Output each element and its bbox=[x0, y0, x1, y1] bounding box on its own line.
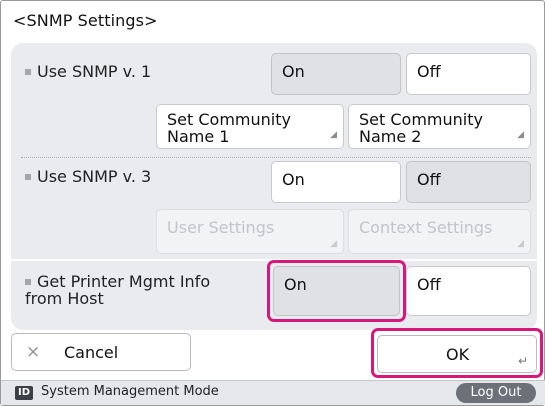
snmp-v1-on-label: On bbox=[282, 62, 305, 81]
status-bar: ID System Management Mode Log Out bbox=[1, 380, 545, 405]
corner-arrow-icon: ◢ bbox=[517, 239, 524, 249]
corner-arrow-icon: ◢ bbox=[330, 239, 337, 249]
community1-line2: Name 1 bbox=[167, 127, 230, 146]
printer-mgmt-off-button[interactable]: Off bbox=[406, 266, 531, 316]
dialog-frame: <SNMP Settings> Use SNMP v. 1 On Off Set… bbox=[0, 0, 545, 406]
set-community-name-1-button[interactable]: Set Community Name 1 ◢ bbox=[156, 104, 344, 149]
printer-mgmt-off-label: Off bbox=[417, 275, 441, 294]
page-title: <SNMP Settings> bbox=[13, 11, 158, 30]
cancel-button[interactable]: × Cancel bbox=[11, 333, 191, 371]
snmp-v3-label: Use SNMP v. 3 bbox=[25, 167, 151, 186]
on-button-highlight bbox=[267, 260, 406, 322]
context-settings-label: Context Settings bbox=[359, 218, 493, 237]
cancel-label: Cancel bbox=[64, 343, 119, 362]
community1-line1: Set Community bbox=[167, 110, 291, 129]
close-icon: × bbox=[26, 342, 41, 362]
printer-mgmt-label-line2: from Host bbox=[25, 289, 104, 308]
snmp-v1-on-button[interactable]: On bbox=[271, 53, 401, 95]
set-community-name-2-button[interactable]: Set Community Name 2 ◢ bbox=[348, 104, 531, 149]
bullet-icon bbox=[25, 279, 31, 285]
snmp-v1-off-button[interactable]: Off bbox=[406, 53, 531, 95]
snmp-v1-label: Use SNMP v. 1 bbox=[25, 62, 151, 81]
id-badge-icon: ID bbox=[15, 386, 33, 400]
snmp-v1-label-text: Use SNMP v. 1 bbox=[37, 62, 152, 81]
status-mode-text: System Management Mode bbox=[41, 384, 219, 399]
snmp-v3-off-label: Off bbox=[417, 170, 441, 189]
corner-arrow-icon: ◢ bbox=[517, 130, 524, 140]
user-settings-button[interactable]: User Settings ◢ bbox=[156, 209, 344, 254]
corner-arrow-icon: ◢ bbox=[330, 130, 337, 140]
bullet-icon bbox=[25, 69, 31, 75]
context-settings-button[interactable]: Context Settings ◢ bbox=[348, 209, 531, 254]
row-divider bbox=[21, 157, 531, 158]
community2-line1: Set Community bbox=[359, 110, 483, 129]
bullet-icon bbox=[25, 174, 31, 180]
user-settings-label: User Settings bbox=[167, 218, 275, 237]
printer-mgmt-label: Get Printer Mgmt Info from Host bbox=[25, 273, 210, 307]
snmp-v3-on-button[interactable]: On bbox=[271, 161, 401, 203]
community2-line2: Name 2 bbox=[359, 127, 422, 146]
snmp-v3-on-label: On bbox=[282, 170, 305, 189]
snmp-v3-off-button[interactable]: Off bbox=[406, 161, 531, 203]
ok-button-highlight bbox=[371, 328, 543, 378]
snmp-v1-off-label: Off bbox=[417, 62, 441, 81]
logout-button[interactable]: Log Out bbox=[456, 383, 536, 403]
snmp-v3-label-text: Use SNMP v. 3 bbox=[37, 167, 152, 186]
